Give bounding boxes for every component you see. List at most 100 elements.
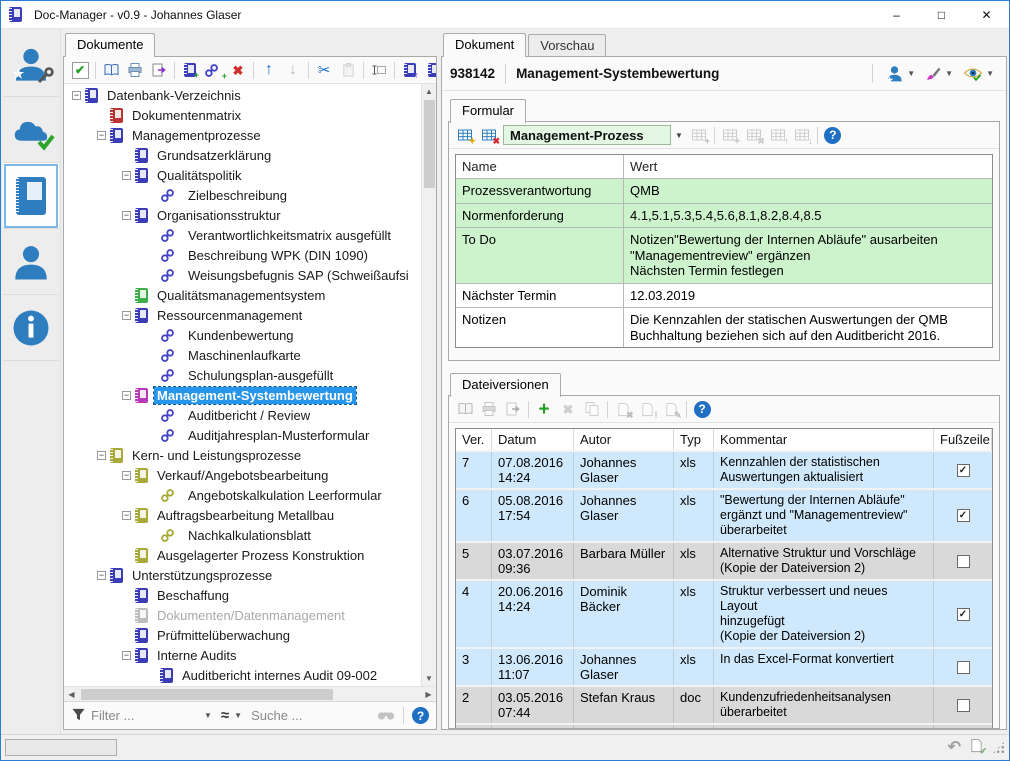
save-export-icon[interactable] [147, 59, 171, 81]
match-mode-icon[interactable]: ≈ [221, 708, 229, 723]
scroll-thumb[interactable] [424, 100, 435, 188]
version-row[interactable]: 503.07.201609:36Barbara MüllerxlsAlterna… [456, 541, 992, 579]
scroll-up-icon[interactable]: ▲ [422, 84, 437, 99]
tree-item[interactable]: Kundenbewertung [64, 325, 421, 345]
tree-item[interactable]: −Unterstützungsprozesse [64, 565, 421, 585]
tree-item[interactable]: Verantwortlichkeitsmatrix ausgefüllt [64, 225, 421, 245]
expander-icon[interactable]: − [97, 571, 106, 580]
resize-grip-icon[interactable] [992, 741, 1005, 754]
tree-item[interactable]: Auditjahresplan-Musterformular [64, 425, 421, 445]
scroll-right-icon[interactable]: ▶ [421, 687, 436, 702]
scroll-down-icon[interactable]: ▼ [422, 671, 437, 686]
tab-formular[interactable]: Formular [450, 99, 526, 123]
add-plus-icon[interactable]: + [532, 398, 556, 420]
version-row[interactable]: 313.06.201611:07Johannes GlaserxlsIn das… [456, 647, 992, 685]
tree-horizontal-scrollbar[interactable]: ◀ ▶ [64, 686, 436, 701]
scroll-left-icon[interactable]: ◀ [64, 687, 79, 702]
tree-item[interactable]: −Interne Audits [64, 645, 421, 665]
tree-item[interactable]: Qualitätsmanagementsystem [64, 285, 421, 305]
tree-item[interactable]: −Auftragsbearbeitung Metallbau [64, 505, 421, 525]
tree-item[interactable]: Angebotskalkulation Leerformular [64, 485, 421, 505]
expander-icon[interactable]: − [72, 91, 81, 100]
tab-vorschau[interactable]: Vorschau [528, 34, 606, 56]
link-add-icon[interactable]: + [202, 59, 226, 81]
tree-item[interactable]: Nachkalkulationsblatt [64, 525, 421, 545]
tree-item[interactable]: −Kern- und Leistungsprozesse [64, 445, 421, 465]
expander-icon[interactable]: − [122, 511, 131, 520]
maximize-button[interactable]: □ [919, 1, 964, 28]
module-cloud-sync-icon[interactable] [3, 97, 59, 163]
module-user-admin-icon[interactable]: ★ [3, 31, 59, 97]
tree-item[interactable]: Ausgelagerter Prozess Konstruktion [64, 545, 421, 565]
expander-icon[interactable]: − [122, 171, 131, 180]
tab-dateiversionen[interactable]: Dateiversionen [450, 373, 561, 397]
tree-vertical-scrollbar[interactable]: ▲ ▼ [421, 84, 436, 686]
style-brush-icon[interactable]: ▼ [921, 65, 957, 82]
footer-checkbox[interactable] [957, 661, 970, 674]
tree-item[interactable]: −Ressourcenmanagement [64, 305, 421, 325]
form-type-select[interactable]: Management-Prozess [503, 125, 671, 145]
filter-input[interactable]: Filter ... [91, 708, 199, 723]
expander-icon[interactable]: − [97, 451, 106, 460]
expander-icon[interactable]: − [122, 651, 131, 660]
version-row[interactable]: 707.08.201614:24Johannes GlaserxlsKennza… [456, 450, 992, 488]
document-add-icon[interactable]: + [178, 59, 202, 81]
tree-item[interactable]: Zielbeschreibung [64, 185, 421, 205]
tree-item[interactable]: −Qualitätspolitik [64, 165, 421, 185]
footer-checkbox[interactable] [957, 555, 970, 568]
tree-item[interactable]: Auditbericht internes Audit 09-002 [64, 665, 421, 685]
tree-item[interactable]: Auditbericht / Review [64, 405, 421, 425]
tree-item[interactable]: −Organisationsstruktur [64, 205, 421, 225]
tree-item[interactable]: −Management-Systembewertung [64, 385, 421, 405]
tree-item[interactable]: −Datenbank-Verzeichnis [64, 85, 421, 105]
expander-icon[interactable]: − [122, 391, 131, 400]
form-delete-icon[interactable]: ✖ [477, 124, 501, 146]
help-icon[interactable]: ? [412, 707, 429, 724]
version-row[interactable]: 203.05.201607:44Stefan KrausdocKundenzuf… [456, 685, 992, 723]
tab-dokument[interactable]: Dokument [443, 33, 526, 57]
form-new-icon[interactable]: ✦ [453, 124, 477, 146]
tree-item[interactable]: Grundsatzerklärung [64, 145, 421, 165]
module-info-icon[interactable] [3, 295, 59, 361]
module-user-icon[interactable] [3, 229, 59, 295]
expander-icon[interactable]: − [122, 311, 131, 320]
export-document-icon[interactable]: ↓ [422, 59, 437, 81]
form-row[interactable]: Normenforderung4.1,5.1,5.3,5.4,5.6,8.1,8… [456, 203, 992, 228]
version-row[interactable]: 420.06.201614:24Dominik BäckerxlsStruktu… [456, 579, 992, 647]
scroll-thumb-horizontal[interactable] [81, 689, 333, 700]
tree-item[interactable]: −Verkauf/Angebotsbearbeitung [64, 465, 421, 485]
visibility-eye-icon[interactable]: ▼ [959, 66, 998, 82]
footer-checkbox[interactable]: ✓ [957, 608, 970, 621]
confirm-check-icon[interactable]: ✔ [68, 59, 92, 81]
form-row[interactable]: NotizenDie Kennzahlen der statischen Aus… [456, 307, 992, 347]
search-input[interactable]: Suche ... [251, 708, 372, 723]
form-type-dropdown-icon[interactable]: ▼ [675, 131, 683, 140]
match-mode-dropdown-icon[interactable]: ▼ [234, 711, 242, 720]
expander-icon[interactable]: − [97, 131, 106, 140]
search-binoculars-icon[interactable] [377, 708, 395, 724]
footer-checkbox[interactable]: ✓ [957, 509, 970, 522]
tree-item[interactable]: Beschaffung [64, 585, 421, 605]
tree-item[interactable]: Schulungsplan-ausgefüllt [64, 365, 421, 385]
footer-checkbox[interactable]: ✓ [957, 464, 970, 477]
minimize-button[interactable]: – [874, 1, 919, 28]
version-row[interactable]: 127.04.201609:36Admindoc(wurde am 08.08.… [456, 723, 992, 729]
tree-item[interactable]: −Managementprozesse [64, 125, 421, 145]
open-book-icon[interactable] [99, 59, 123, 81]
cut-icon[interactable]: ✂ [312, 59, 336, 81]
tree-item[interactable]: Beschreibung WPK (DIN 1090) [64, 245, 421, 265]
tree-item[interactable]: Dokumentenmatrix [64, 105, 421, 125]
move-up-icon[interactable]: ↑ [257, 59, 281, 81]
form-row[interactable]: ProzessverantwortungQMB [456, 178, 992, 203]
tree-item[interactable]: Maschinenlaufkarte [64, 345, 421, 365]
form-row[interactable]: Nächster Termin12.03.2019 [456, 283, 992, 308]
delete-x-icon[interactable]: ✖ [226, 59, 250, 81]
help-icon[interactable]: ? [690, 398, 714, 420]
form-row[interactable]: To DoNotizen"Bewertung der Internen Ablä… [456, 227, 992, 283]
expander-icon[interactable]: − [122, 211, 131, 220]
assign-user-icon[interactable]: ★▼ [881, 64, 919, 83]
expander-icon[interactable]: − [122, 471, 131, 480]
tab-dokumente[interactable]: Dokumente [65, 33, 155, 57]
version-row[interactable]: 605.08.201617:54Johannes Glaserxls"Bewer… [456, 488, 992, 541]
rename-icon[interactable] [367, 59, 391, 81]
